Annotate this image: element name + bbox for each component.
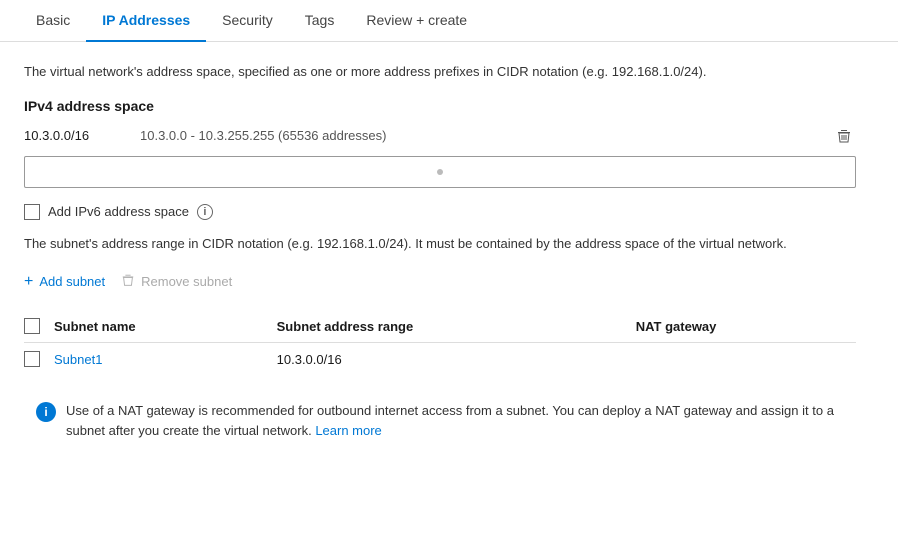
- col-subnet-range: Subnet address range: [277, 310, 636, 343]
- tab-tags[interactable]: Tags: [289, 0, 351, 42]
- table-header-row: Subnet name Subnet address range NAT gat…: [24, 310, 856, 343]
- tab-ip-addresses[interactable]: IP Addresses: [86, 0, 206, 42]
- subnet-table: Subnet name Subnet address range NAT gat…: [24, 310, 856, 375]
- table-row: Subnet1 10.3.0.0/16: [24, 343, 856, 376]
- learn-more-link[interactable]: Learn more: [315, 423, 381, 438]
- tab-review-create[interactable]: Review + create: [350, 0, 483, 42]
- col-subnet-name: Subnet name: [54, 310, 277, 343]
- table-header-checkbox[interactable]: [24, 318, 40, 334]
- add-subnet-label: Add subnet: [39, 274, 105, 289]
- info-banner: i Use of a NAT gateway is recommended fo…: [24, 391, 856, 450]
- remove-subnet-label: Remove subnet: [141, 274, 232, 289]
- tab-basic[interactable]: Basic: [20, 0, 86, 42]
- ipv4-section-title: IPv4 address space: [24, 98, 856, 114]
- address-input-container: [24, 156, 856, 188]
- info-banner-text: Use of a NAT gateway is recommended for …: [66, 401, 844, 440]
- address-cidr: 10.3.0.0/16: [24, 128, 124, 143]
- plus-icon: +: [24, 274, 33, 290]
- address-input[interactable]: [24, 156, 856, 188]
- remove-subnet-button[interactable]: Remove subnet: [121, 269, 232, 294]
- subnet-address-range: 10.3.0.0/16: [277, 343, 636, 376]
- address-range: 10.3.0.0 - 10.3.255.255 (65536 addresses…: [140, 128, 816, 143]
- ipv6-checkbox-row: Add IPv6 address space i: [24, 204, 856, 220]
- main-description: The virtual network's address space, spe…: [24, 62, 856, 82]
- ipv6-checkbox-label: Add IPv6 address space: [48, 204, 189, 219]
- delete-address-button[interactable]: [832, 124, 856, 148]
- col-nat-gateway: NAT gateway: [636, 310, 856, 343]
- subnet-toolbar: + Add subnet Remove subnet: [24, 269, 856, 294]
- ipv6-checkbox[interactable]: [24, 204, 40, 220]
- tab-navigation: BasicIP AddressesSecurityTagsReview + cr…: [0, 0, 898, 42]
- tab-security[interactable]: Security: [206, 0, 289, 42]
- info-circle-icon: i: [36, 402, 56, 422]
- subnet-nat-gateway: [636, 343, 856, 376]
- subnet-description: The subnet's address range in CIDR notat…: [24, 234, 856, 254]
- add-subnet-button[interactable]: + Add subnet: [24, 270, 105, 294]
- trash-icon: [121, 273, 135, 290]
- row-checkbox[interactable]: [24, 351, 40, 367]
- main-content: The virtual network's address space, spe…: [0, 42, 880, 470]
- subnet-name-link[interactable]: Subnet1: [54, 352, 102, 367]
- ipv6-info-icon[interactable]: i: [197, 204, 213, 220]
- col-checkbox: [24, 310, 54, 343]
- address-row: 10.3.0.0/16 10.3.0.0 - 10.3.255.255 (655…: [24, 124, 856, 148]
